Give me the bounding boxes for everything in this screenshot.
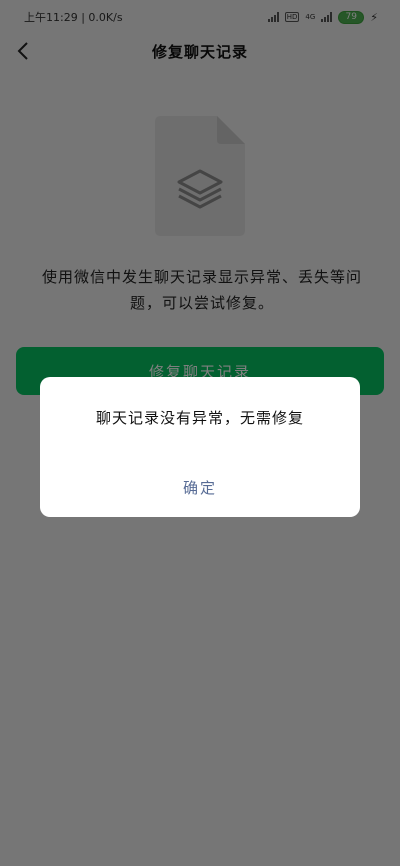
alert-dialog: 聊天记录没有异常，无需修复 确定 — [40, 377, 360, 517]
confirm-button[interactable]: 确定 — [150, 473, 250, 501]
dialog-message: 聊天记录没有异常，无需修复 — [95, 409, 304, 427]
